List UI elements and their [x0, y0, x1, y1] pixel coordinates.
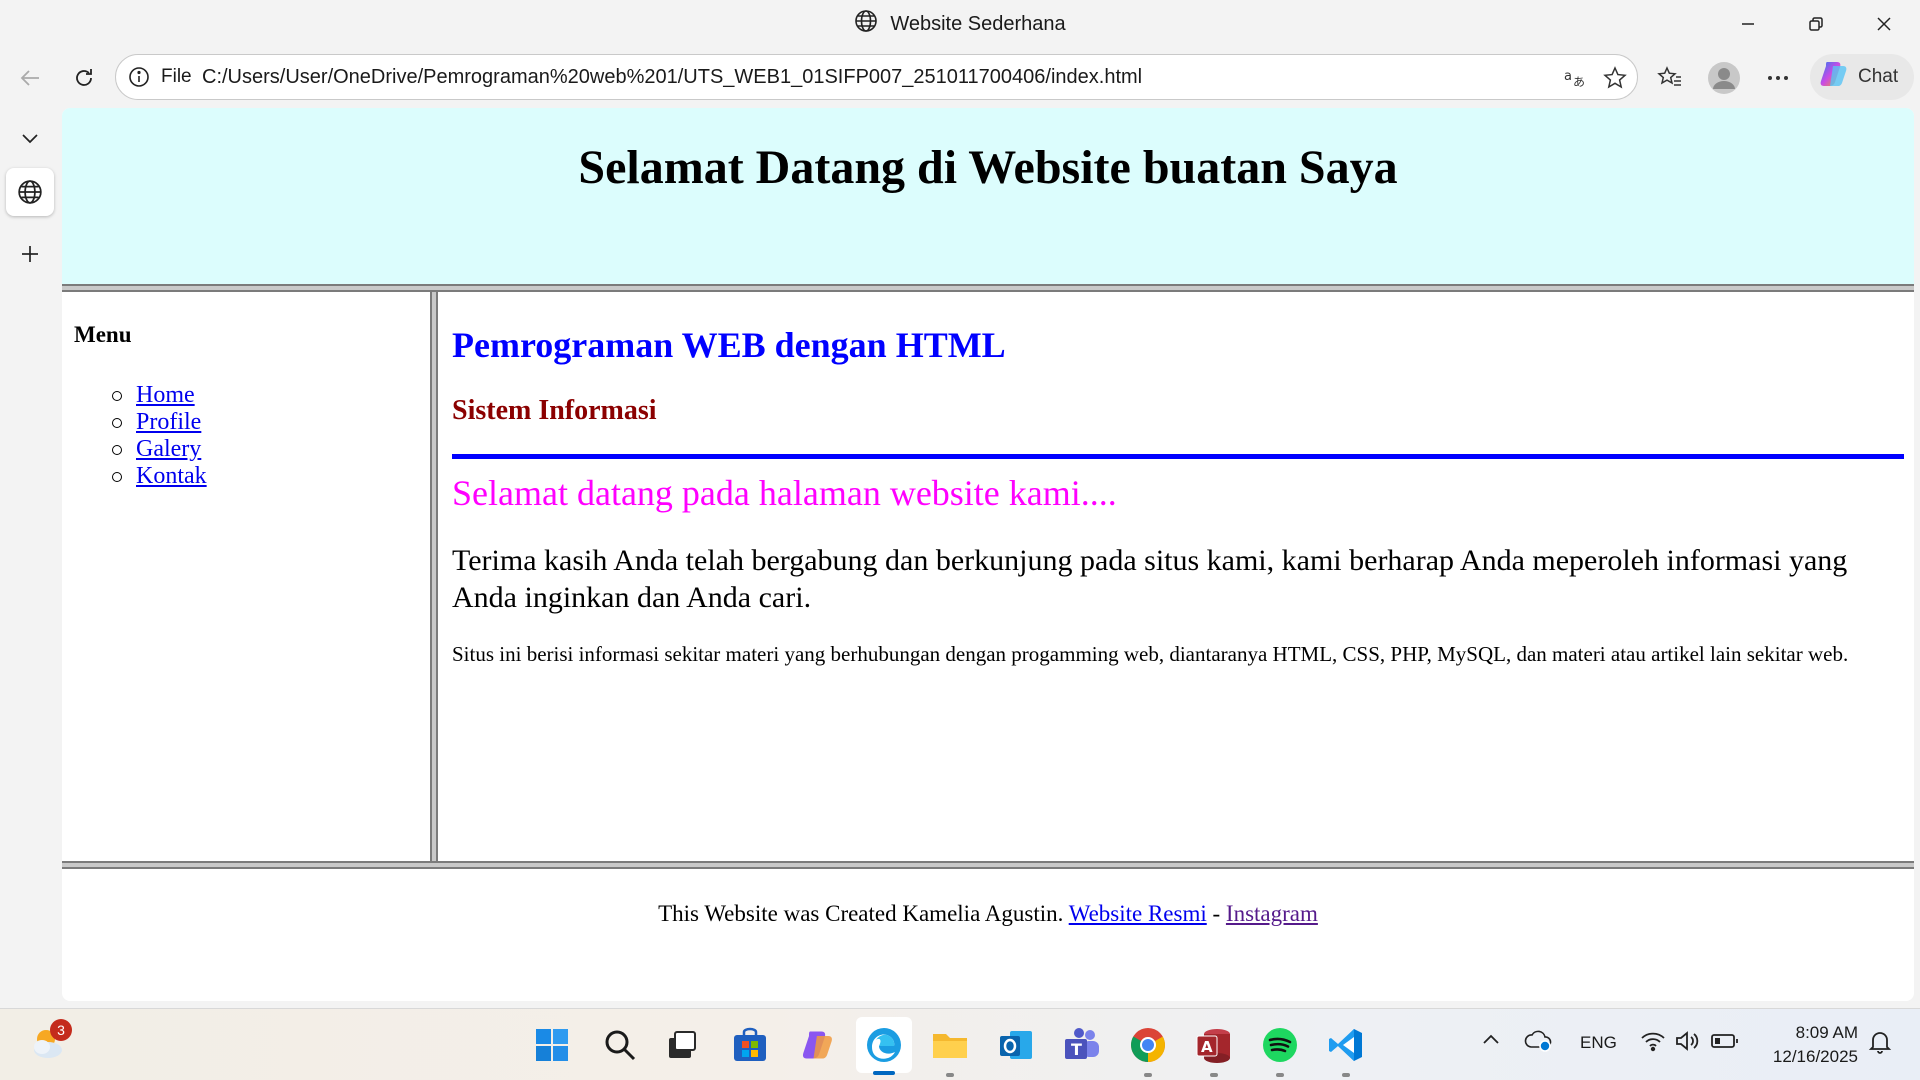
store-icon[interactable] [728, 1023, 772, 1067]
more-options-icon[interactable] [1760, 60, 1796, 96]
intro-paragraph: Terima kasih Anda telah bergabung dan be… [452, 544, 1848, 614]
info-paragraph: Situs ini berisi informasi sekitar mater… [452, 642, 1849, 666]
onedrive-sync-icon[interactable] [1524, 1027, 1554, 1058]
chrome-icon[interactable] [1126, 1023, 1170, 1077]
scheme-label: File [161, 66, 192, 87]
search-icon[interactable] [598, 1023, 642, 1067]
menu-link-galery[interactable]: Galery [136, 436, 201, 463]
footer-text: This Website was Created Kamelia Agustin… [62, 901, 1914, 927]
tab-website-sederhana[interactable] [6, 168, 54, 216]
taskbar: 3 T A ENG 8:09 AM 12/16/2025 [0, 1008, 1920, 1080]
svg-text:T: T [1071, 1040, 1082, 1059]
url-text[interactable]: C:/Users/User/OneDrive/Pemrograman%20web… [202, 66, 1142, 89]
volume-icon[interactable] [1674, 1029, 1700, 1058]
system-clock[interactable]: 8:09 AM 12/16/2025 [1758, 1021, 1858, 1069]
edge-icon[interactable] [856, 1017, 912, 1075]
translate-icon[interactable]: aあ [1562, 65, 1588, 91]
menu-sidebar: Menu Home Profile Galery Kontak [62, 292, 430, 861]
access-icon[interactable]: A [1192, 1023, 1236, 1077]
title-bar: Website Sederhana [0, 0, 1920, 48]
footer-link-website-resmi[interactable]: Website Resmi [1069, 901, 1207, 926]
clock-time: 8:09 AM [1795, 1023, 1858, 1042]
footer-credit: This Website was Created Kamelia Agustin… [658, 901, 1064, 926]
svg-text:あ: あ [1573, 75, 1585, 89]
window-title: Website Sederhana [0, 0, 1920, 48]
svg-text:A: A [1201, 1038, 1213, 1056]
back-button[interactable] [8, 56, 52, 100]
clock-date: 12/16/2025 [1772, 1047, 1858, 1066]
spotify-icon[interactable] [1258, 1023, 1302, 1077]
vscode-icon[interactable] [1324, 1023, 1368, 1077]
footer-divider [62, 861, 1914, 869]
menu-item-home: Home [112, 382, 207, 409]
teams-icon[interactable]: T [1060, 1023, 1104, 1067]
favorite-star-icon[interactable] [1602, 65, 1628, 91]
footer-separator: - [1212, 901, 1221, 926]
globe-icon [854, 9, 878, 39]
column-divider [430, 292, 438, 861]
menu-title: Menu [74, 322, 132, 347]
battery-icon[interactable] [1710, 1029, 1740, 1058]
welcome-text: Selamat datang pada halaman website kami… [452, 473, 1117, 513]
collapse-tabs-icon[interactable] [6, 114, 54, 162]
vertical-tabs-sidebar [0, 108, 62, 1008]
menu-link-profile[interactable]: Profile [136, 409, 201, 436]
header-title: Selamat Datang di Website buatan Saya [578, 141, 1398, 194]
main-content: Pemrograman WEB dengan HTML Sistem Infor… [438, 292, 1914, 861]
outlook-icon[interactable] [994, 1023, 1038, 1067]
window-title-text: Website Sederhana [890, 12, 1066, 35]
file-explorer-icon[interactable] [928, 1023, 972, 1077]
info-icon[interactable] [128, 66, 150, 93]
task-view-icon[interactable] [660, 1023, 704, 1067]
menu-item-profile: Profile [112, 409, 207, 436]
address-bar[interactable]: File C:/Users/User/OneDrive/Pemrograman%… [115, 54, 1638, 100]
menu-item-galery: Galery [112, 436, 207, 463]
copilot-app-icon[interactable] [796, 1023, 840, 1067]
site-footer: This Website was Created Kamelia Agustin… [62, 869, 1914, 1001]
language-indicator[interactable]: ENG [1580, 1033, 1617, 1053]
menu-link-kontak[interactable]: Kontak [136, 463, 207, 490]
close-button[interactable] [1850, 0, 1918, 48]
address-row: File C:/Users/User/OneDrive/Pemrograman%… [0, 48, 1920, 108]
restore-button[interactable] [1782, 0, 1850, 48]
minimize-button[interactable] [1714, 0, 1782, 48]
footer-link-instagram[interactable]: Instagram [1226, 901, 1318, 926]
menu-list: Home Profile Galery Kontak [112, 382, 207, 490]
tray-overflow-chevron-icon[interactable] [1480, 1029, 1502, 1056]
content-title: Pemrograman WEB dengan HTML [452, 325, 1006, 365]
menu-item-kontak: Kontak [112, 463, 207, 490]
content-subtitle: Sistem Informasi [452, 395, 657, 426]
chat-label: Chat [1858, 66, 1899, 87]
copilot-icon [1818, 58, 1850, 96]
copilot-chat-button[interactable]: Chat [1810, 54, 1914, 100]
weather-badge: 3 [50, 1019, 72, 1041]
profile-avatar-icon[interactable] [1706, 60, 1742, 96]
favorites-icon[interactable] [1652, 60, 1688, 96]
weather-widget[interactable]: 3 [28, 1019, 72, 1067]
svg-text:a: a [1564, 69, 1572, 84]
header-divider [62, 284, 1914, 292]
start-icon[interactable] [530, 1023, 574, 1067]
new-tab-icon[interactable] [6, 230, 54, 278]
menu-link-home[interactable]: Home [136, 382, 195, 409]
site-header: Selamat Datang di Website buatan Saya [62, 108, 1914, 284]
notification-bell-icon[interactable] [1868, 1029, 1892, 1060]
web-page-viewport: Selamat Datang di Website buatan Saya Me… [62, 108, 1914, 1001]
blue-divider [452, 454, 1904, 459]
refresh-button[interactable] [62, 56, 106, 100]
wifi-icon[interactable] [1640, 1029, 1666, 1058]
